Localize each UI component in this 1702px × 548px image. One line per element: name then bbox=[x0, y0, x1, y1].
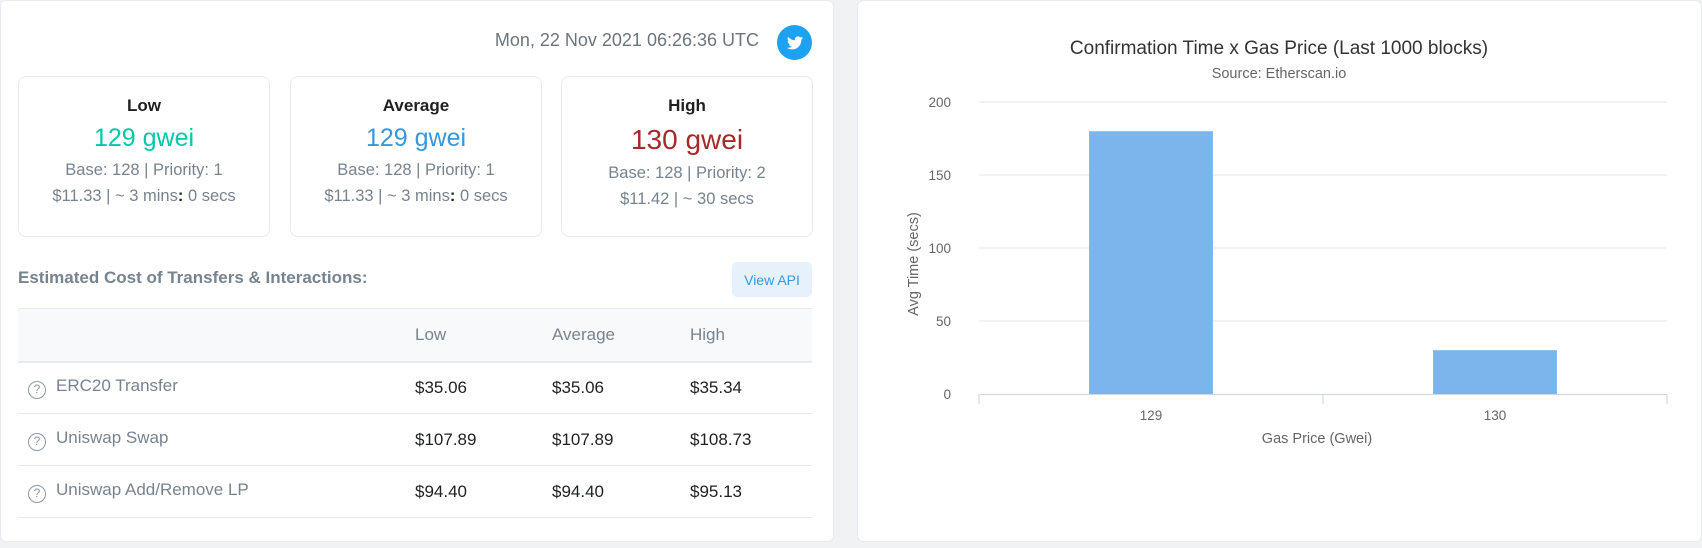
row-name: ? Uniswap Swap bbox=[18, 414, 415, 466]
y-tick-label: 100 bbox=[928, 241, 951, 256]
card-base-priority: Base: 128 | Priority: 1 bbox=[65, 161, 223, 179]
gas-tracker-panel: Mon, 22 Nov 2021 06:26:36 UTC Low 129 gw… bbox=[0, 0, 834, 542]
card-cost-time-text: $11.33 | ~ 3 mins bbox=[324, 187, 450, 205]
gas-card-high: High 130 gwei Base: 128 | Priority: 2 $1… bbox=[561, 76, 813, 237]
header-average: Average bbox=[552, 324, 616, 344]
y-tick-label: 50 bbox=[936, 314, 951, 329]
cell-low: $35.06 bbox=[415, 377, 467, 397]
cell-average: $107.89 bbox=[552, 429, 614, 449]
timestamp: Mon, 22 Nov 2021 06:26:36 UTC bbox=[494, 30, 759, 50]
y-tick-label: 0 bbox=[943, 387, 951, 402]
table-row: ? Uniswap Add/Remove LP $94.40 $94.40 $95… bbox=[18, 466, 812, 518]
header-low: Low bbox=[415, 324, 447, 344]
cell-low: $107.89 bbox=[415, 429, 477, 449]
card-cost-time-text: $11.33 | ~ 3 mins bbox=[52, 187, 178, 205]
bar-129 bbox=[1089, 131, 1213, 394]
header-high: High bbox=[690, 324, 725, 344]
chart-panel: Confirmation Time x Gas Price (Last 1000… bbox=[857, 0, 1702, 542]
row-name: ? ERC20 Transfer bbox=[18, 362, 415, 414]
cell-high: $108.73 bbox=[690, 429, 752, 449]
question-circle-icon[interactable]: ? bbox=[28, 381, 46, 400]
table-row: ? ERC20 Transfer $35.06 $35.06 $35.34 bbox=[18, 362, 812, 414]
card-title: High bbox=[668, 96, 706, 115]
card-base-priority: Base: 128 | Priority: 2 bbox=[608, 164, 766, 182]
chart-title: Confirmation Time x Gas Price (Last 1000… bbox=[1070, 38, 1488, 59]
card-gas-value: 130 gwei bbox=[630, 124, 744, 155]
cell-low: $94.40 bbox=[415, 481, 467, 501]
bar-130 bbox=[1433, 350, 1557, 394]
card-cost-time-text: $11.42 | ~ 30 secs bbox=[620, 190, 754, 208]
question-circle-icon[interactable]: ? bbox=[28, 485, 46, 503]
header-name bbox=[18, 309, 415, 362]
card-gas-value: 129 gwei bbox=[365, 124, 467, 152]
twitter-icon bbox=[786, 35, 803, 49]
x-tick-label: 129 bbox=[1140, 408, 1163, 423]
view-api-button[interactable]: View API bbox=[732, 262, 812, 297]
card-gas-value: 129 gwei bbox=[93, 124, 195, 152]
row-name-text: Uniswap Swap bbox=[56, 428, 169, 447]
card-cost-time: $11.33 | ~ 3 mins: 0 secs bbox=[19, 183, 269, 209]
card-title: Average bbox=[382, 96, 450, 115]
cost-section-title: Estimated Cost of Transfers & Interactio… bbox=[18, 268, 368, 287]
table-row: ? Uniswap Swap $107.89 $107.89 $108.73 bbox=[18, 414, 812, 466]
question-circle-icon[interactable]: ? bbox=[28, 433, 46, 451]
confirmation-time-chart: Confirmation Time x Gas Price (Last 1000… bbox=[906, 38, 1668, 447]
gas-card-average: Average 129 gwei Base: 128 | Priority: 1… bbox=[290, 76, 542, 237]
card-base-priority: Base: 128 | Priority: 1 bbox=[337, 161, 495, 179]
y-tick-label: 200 bbox=[928, 95, 951, 110]
row-name: ? Uniswap Add/Remove LP bbox=[18, 466, 415, 518]
chart-subtitle: Source: Etherscan.io bbox=[1212, 66, 1347, 82]
card-cost-time: $11.42 | ~ 30 secs bbox=[562, 186, 812, 212]
cost-table: Low Average High ? ERC20 Transfer $35.06 … bbox=[18, 308, 812, 518]
chart-xlabel: Gas Price (Gwei) bbox=[1262, 431, 1372, 447]
y-tick-label: 150 bbox=[928, 168, 951, 183]
cell-average: $35.06 bbox=[552, 377, 604, 397]
gas-card-low: Low 129 gwei Base: 128 | Priority: 1 $11… bbox=[18, 76, 270, 237]
row-name-text: Uniswap Add/Remove LP bbox=[56, 480, 249, 499]
cell-high: $35.34 bbox=[690, 377, 742, 397]
twitter-share-button[interactable] bbox=[777, 25, 812, 60]
card-cost-time-suffix: 0 secs bbox=[455, 187, 508, 205]
cell-high: $95.13 bbox=[690, 481, 742, 501]
table-header-row: Low Average High bbox=[18, 308, 812, 362]
row-name-text: ERC20 Transfer bbox=[56, 376, 178, 396]
card-cost-time: $11.33 | ~ 3 mins: 0 secs bbox=[291, 183, 541, 209]
card-title: Low bbox=[127, 96, 161, 115]
x-tick-label: 130 bbox=[1484, 408, 1507, 423]
cell-average: $94.40 bbox=[552, 481, 604, 501]
card-cost-time-suffix: 0 secs bbox=[183, 187, 236, 205]
chart-ylabel: Avg Time (secs) bbox=[906, 212, 922, 316]
